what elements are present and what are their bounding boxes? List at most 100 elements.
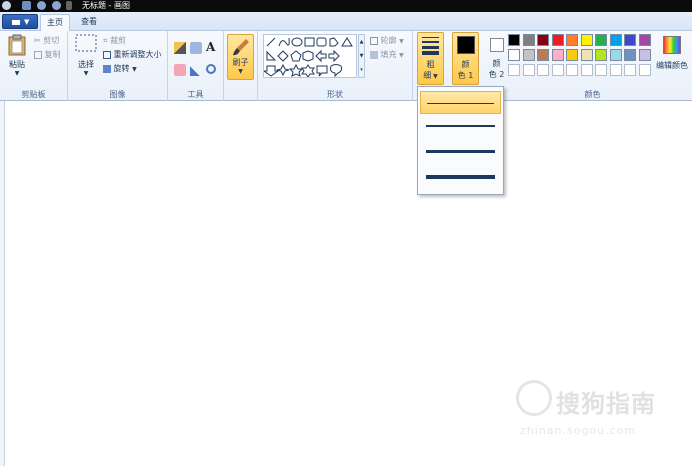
brush-button[interactable]: 刷子 ▼ [227, 34, 254, 80]
outline-label: 轮廓 [380, 36, 397, 45]
sogou-logo-icon [516, 380, 552, 416]
palette-swatch[interactable] [595, 34, 607, 46]
brush-icon [232, 39, 249, 56]
line-shape-icon [266, 37, 276, 47]
resize-button[interactable]: 重新调整大小 [103, 49, 162, 60]
scroll-down-icon[interactable]: ▼ [359, 49, 364, 63]
save-icon[interactable] [22, 1, 31, 10]
crop-icon: ⌗ [103, 35, 108, 45]
down-arrow-shape-icon [264, 65, 280, 77]
color1-label-line2: 色 1 [457, 71, 474, 80]
redo-icon[interactable] [52, 1, 61, 10]
window-title: 无标题 - 画图 [82, 1, 130, 10]
palette-swatch[interactable] [551, 34, 564, 46]
rotate-label: 旋转 [113, 64, 130, 73]
text-icon[interactable]: A [206, 40, 218, 54]
palette-swatch[interactable] [624, 49, 636, 61]
palette-swatch[interactable] [624, 34, 636, 46]
shapes-scroll[interactable]: ▲ ▼ ▾ [358, 34, 365, 78]
custom-color-slot[interactable] [609, 64, 622, 76]
edit-colors-label: 编辑颜色 [656, 61, 688, 70]
pencil-icon[interactable] [174, 42, 186, 54]
custom-color-slot[interactable] [522, 64, 535, 76]
custom-color-slot[interactable] [551, 64, 564, 76]
cut-button[interactable]: ✂ 剪切 [34, 35, 59, 46]
palette-swatch[interactable] [580, 34, 593, 46]
color2-button[interactable]: 颜 色 2 [483, 32, 510, 85]
size-label-line2: 细 ▼ [423, 71, 438, 80]
size-dropdown [417, 86, 504, 195]
crop-label: 裁剪 [110, 36, 127, 45]
cut-label: 剪切 [43, 36, 60, 45]
five-point-star-shape-icon [288, 63, 304, 77]
select-button[interactable]: 选择 ▼ [73, 34, 99, 84]
magnifier-icon[interactable] [206, 64, 216, 74]
color1-button[interactable]: 颜 色 1 [452, 32, 479, 85]
scroll-up-icon[interactable]: ▲ [359, 35, 364, 49]
palette-swatch[interactable] [522, 49, 535, 61]
palette-swatch[interactable] [537, 49, 549, 61]
pentagon-shape-icon [290, 50, 302, 62]
oval-shape-icon [291, 37, 303, 47]
outline-button[interactable]: 轮廓 ▼ [370, 35, 404, 46]
chevron-down-icon: ▼ [83, 70, 89, 77]
outline-icon [370, 36, 378, 45]
right-arrow-shape-icon [328, 49, 340, 63]
undo-icon[interactable] [37, 1, 46, 10]
rotate-button[interactable]: 旋转 ▼ [103, 63, 137, 74]
tab-home[interactable]: 主页 [40, 14, 70, 31]
image-group-label: 图像 [109, 90, 126, 99]
palette-swatch[interactable] [566, 49, 578, 61]
chevron-down-icon: ▼ [399, 38, 404, 45]
palette-swatch[interactable] [638, 49, 651, 61]
size-option-3px[interactable] [420, 115, 501, 138]
palette-swatch[interactable] [537, 34, 549, 46]
tab-view[interactable]: 查看 [74, 14, 104, 31]
ribbon-tabs: ▼ 主页 查看 [0, 12, 692, 31]
edit-colors-button[interactable]: 编辑颜色 [655, 34, 689, 80]
custom-color-slot[interactable] [508, 64, 520, 76]
custom-color-slot[interactable] [537, 64, 549, 76]
size-option-5px[interactable] [420, 140, 501, 163]
custom-color-slot[interactable] [566, 64, 578, 76]
fill-button[interactable]: 填充 ▼ [370, 49, 404, 60]
crop-button[interactable]: ⌗ 裁剪 [103, 35, 126, 46]
file-menu-button[interactable]: ▼ [2, 14, 38, 29]
palette-swatch[interactable] [638, 34, 651, 46]
color-palette [508, 34, 658, 80]
eraser-icon[interactable] [174, 64, 186, 76]
chevron-down-icon: ▼ [132, 66, 137, 73]
palette-swatch[interactable] [522, 34, 535, 46]
expand-gallery-icon[interactable]: ▾ [359, 63, 364, 77]
size-lines-icon [418, 33, 443, 55]
custom-color-slot[interactable] [595, 64, 607, 76]
size-button[interactable]: 粗 细 ▼ [417, 32, 444, 85]
palette-swatch[interactable] [508, 49, 520, 61]
custom-color-slot[interactable] [580, 64, 593, 76]
triangle-shape-icon [341, 37, 353, 47]
paste-button[interactable]: 粘贴 ▼ [4, 34, 30, 84]
custom-color-slot[interactable] [638, 64, 651, 76]
palette-swatch[interactable] [609, 34, 622, 46]
resize-label: 重新调整大小 [113, 50, 162, 59]
shapes-gallery [263, 34, 357, 78]
fill-bucket-icon[interactable] [190, 42, 202, 54]
customize-dropdown-icon[interactable] [66, 1, 72, 10]
size-option-8px[interactable] [420, 166, 501, 189]
palette-swatch[interactable] [551, 49, 564, 61]
palette-swatch[interactable] [595, 49, 607, 61]
diamond-shape-icon [277, 50, 289, 62]
clipboard-group-label: 剪贴板 [21, 90, 46, 99]
palette-swatch[interactable] [566, 34, 578, 46]
copy-icon [34, 50, 42, 59]
color2-label-line2: 色 2 [488, 70, 505, 79]
size-label-line1: 粗 [426, 60, 435, 69]
palette-swatch[interactable] [508, 34, 520, 46]
palette-swatch[interactable] [580, 49, 593, 61]
color-picker-icon[interactable] [190, 64, 202, 76]
size-option-1px[interactable] [420, 91, 501, 114]
palette-swatch[interactable] [609, 49, 622, 61]
custom-color-slot[interactable] [624, 64, 636, 76]
copy-button[interactable]: 复制 [34, 49, 61, 60]
oval-callout-shape-icon [330, 64, 343, 77]
